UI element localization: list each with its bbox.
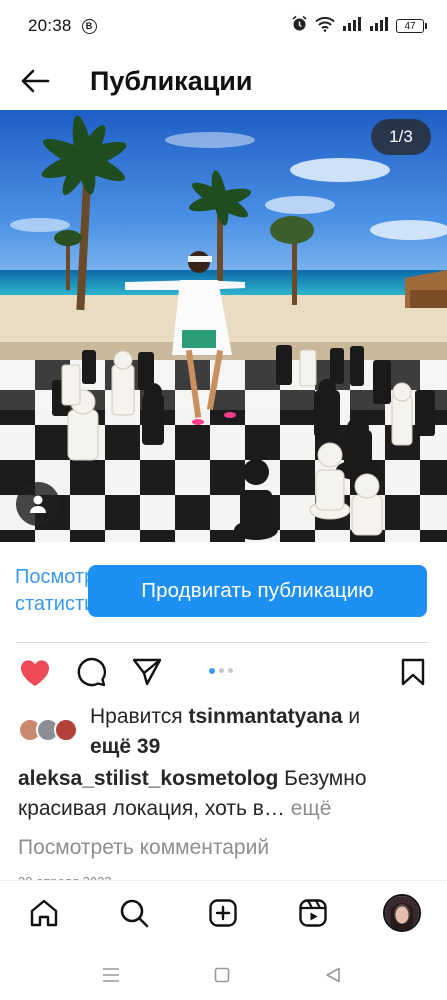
status-time: 20:38 [28,16,72,35]
system-home-button[interactable] [209,962,235,988]
post-date: 28 апреля 2022 [18,870,112,880]
user-tag-icon [30,495,46,513]
nav-create-button[interactable] [205,895,241,931]
carousel-page-counter: 1/3 [371,119,431,155]
share-button[interactable] [130,655,164,689]
wifi-icon [315,16,335,37]
liker-avatar [54,718,78,742]
likers-avatars[interactable] [18,718,84,742]
system-menu-button[interactable] [98,962,124,988]
nav-profile-button[interactable] [382,893,422,933]
likes-row: Нравится tsinmantatyana и ещё 39 [18,700,438,764]
back-button[interactable] [16,62,54,100]
divider [16,642,429,643]
status-icons: 47 [291,15,427,37]
status-bar: 20:38 B 47 [0,0,447,52]
nav-search-button[interactable] [116,895,152,931]
comment-icon [77,657,106,687]
insights-row: Посмотреть статистику Продвигать публика… [0,548,447,634]
nav-home-button[interactable] [26,895,62,931]
nav-reels-button[interactable] [295,895,331,931]
bookmark-icon [401,658,425,686]
bottom-nav [0,880,447,948]
search-icon [120,899,149,928]
carousel-dot [228,668,233,673]
likes-prefix: Нравится [90,705,189,728]
view-comments-link[interactable]: Посмотреть комментарий [18,836,269,860]
reels-icon [299,899,327,927]
comment-button[interactable] [74,655,108,689]
promote-post-button[interactable]: Продвигать публикацию [88,565,427,617]
triangle-back-icon [326,967,340,983]
page-title: Публикации [90,65,253,96]
caption-username[interactable]: aleksa_stilist_kosmetolog [18,767,278,790]
carousel-dot-active [209,667,215,674]
signal-1-icon [342,16,362,36]
battery-icon: 47 [396,19,427,33]
caption-more-link[interactable]: ещё [285,797,332,820]
signal-2-icon [369,16,389,36]
post-caption: aleksa_stilist_kosmetolog Безумно красив… [18,764,433,824]
post-photo[interactable]: 1/3 [0,110,447,542]
menu-icon [103,968,119,982]
square-icon [214,967,230,983]
alarm-icon [291,15,308,37]
likes-text[interactable]: Нравится tsinmantatyana и ещё 39 [90,702,430,762]
paper-plane-icon [132,658,162,686]
notification-badge-icon: B [81,18,97,34]
avatar [383,894,421,932]
battery-level: 47 [396,19,424,33]
liker-username[interactable]: tsinmantatyana [189,705,343,728]
home-icon [30,899,58,927]
like-button[interactable] [18,655,52,689]
system-nav-bar [0,948,447,1000]
likes-others[interactable]: ещё 39 [90,735,160,758]
system-back-button[interactable] [320,962,346,988]
heart-filled-icon [20,659,50,686]
plus-square-icon [209,899,237,927]
carousel-indicator [209,667,233,674]
carousel-dot [219,668,224,673]
save-button[interactable] [396,655,430,689]
arrow-left-icon [21,69,50,93]
tagged-people-button[interactable] [16,482,60,526]
header: Публикации [0,52,447,110]
photo-image [0,110,447,542]
post-actions [0,650,447,694]
likes-suffix: и [342,705,361,728]
